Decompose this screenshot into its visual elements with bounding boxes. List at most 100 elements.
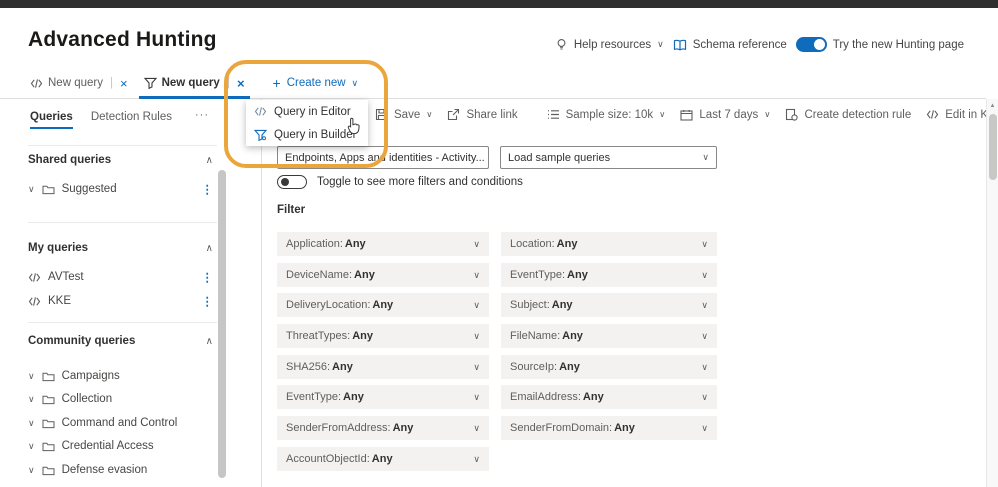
tab-queries[interactable]: Queries (30, 111, 73, 129)
tab-separator: | (110, 77, 113, 89)
try-new-hunting-toggle[interactable] (796, 37, 827, 52)
sidebar-more-icon[interactable]: ··· (195, 109, 209, 121)
sidebar-item-kke[interactable]: KKE ⋮ (28, 294, 213, 308)
more-filters-toggle-label: Toggle to see more filters and condition… (317, 176, 523, 188)
chevron-down-icon: ∨ (657, 39, 664, 50)
scroll-up-arrow-icon[interactable]: ▲ (987, 99, 998, 109)
try-new-hunting-toggle-group: Try the new Hunting page (796, 37, 964, 52)
chevron-down-icon: ∨ (701, 270, 708, 281)
more-filters-toggle-row: Toggle to see more filters and condition… (277, 175, 523, 189)
item-label: KKE (48, 295, 71, 307)
create-new-dropdown-menu: Query in Editor Query in Builder (246, 100, 368, 146)
chevron-down-icon: ∨ (701, 362, 708, 373)
list-icon (547, 109, 560, 120)
chevron-down-icon: ∨ (764, 109, 770, 120)
share-link-button[interactable]: Share link (447, 108, 517, 121)
chevron-down-icon: ∨ (659, 109, 665, 120)
chevron-down-icon: ∨ (28, 394, 35, 405)
item-more-icon[interactable]: ⋮ (202, 270, 214, 284)
create-new-button[interactable]: + Create new ∨ (273, 75, 359, 91)
sample-size-label: Sample size: 10k (566, 109, 654, 121)
filter-sourceip[interactable]: SourceIpAny∨ (501, 355, 717, 379)
filter-senderfromaddress[interactable]: SenderFromAddressAny∨ (277, 416, 489, 440)
filter-emailaddress[interactable]: EmailAddressAny∨ (501, 385, 717, 409)
filter-threattypes[interactable]: ThreatTypesAny∨ (277, 324, 489, 348)
try-new-hunting-label: Try the new Hunting page (833, 39, 964, 51)
plus-icon: + (273, 75, 281, 91)
section-shared-queries[interactable]: Shared queries ∧ (28, 154, 213, 166)
chevron-up-icon: ∧ (206, 243, 213, 254)
menu-item-query-in-builder[interactable]: Query in Builder (246, 123, 368, 146)
more-filters-toggle[interactable] (277, 175, 307, 189)
kql-query-icon (28, 272, 41, 283)
item-label: Defense evasion (62, 464, 148, 476)
help-resources-label: Help resources (574, 39, 651, 51)
kql-code-icon (926, 109, 939, 120)
filter-sha256[interactable]: SHA256Any∨ (277, 355, 489, 379)
chevron-down-icon: ∨ (352, 78, 359, 89)
sidebar-item-command-and-control[interactable]: ∨ Command and Control (28, 417, 213, 429)
filter-eventtype-right[interactable]: EventTypeAny∨ (501, 263, 717, 287)
section-my-queries[interactable]: My queries ∧ (28, 242, 213, 254)
sidebar-item-campaigns[interactable]: ∨ Campaigns (28, 370, 213, 382)
create-detection-rule-button[interactable]: Create detection rule (785, 108, 911, 121)
sidebar-item-defense-evasion[interactable]: ∨ Defense evasion (28, 464, 213, 476)
close-tab-icon[interactable]: × (120, 76, 128, 91)
create-detection-rule-label: Create detection rule (804, 109, 911, 121)
schema-reference-label: Schema reference (693, 39, 787, 51)
filter-senderfromdomain[interactable]: SenderFromDomainAny∨ (501, 416, 717, 440)
item-label: Command and Control (62, 417, 178, 429)
sidebar-scrollbar[interactable] (218, 170, 226, 478)
scrollbar-thumb[interactable] (989, 114, 997, 180)
help-resources-button[interactable]: Help resources ∨ (555, 38, 664, 51)
sidebar-item-collection[interactable]: ∨ Collection (28, 393, 213, 405)
menu-item-label: Query in Builder (274, 129, 356, 141)
sidebar-item-credential-access[interactable]: ∨ Credential Access (28, 440, 213, 452)
section-community-queries[interactable]: Community queries ∧ (28, 335, 213, 347)
item-more-icon[interactable]: ⋮ (202, 182, 214, 196)
queries-sidebar: Queries Detection Rules ··· Shared queri… (0, 99, 262, 487)
main-scrollbar[interactable]: ▲ (986, 99, 998, 487)
data-source-value: Endpoints, Apps and identities - Activit… (285, 152, 485, 164)
menu-item-query-in-editor[interactable]: Query in Editor (246, 100, 368, 123)
load-sample-queries-select[interactable]: Load sample queries ∨ (500, 146, 717, 169)
advanced-hunting-page: Advanced Hunting Help resources ∨ Schema… (0, 0, 998, 487)
time-range-button[interactable]: Last 7 days ∨ (680, 109, 770, 121)
tab-new-query-1[interactable]: New query | × (22, 68, 136, 98)
filter-eventtype-left[interactable]: EventTypeAny∨ (277, 385, 489, 409)
filter-application[interactable]: ApplicationAny∨ (277, 232, 489, 256)
chevron-down-icon: ∨ (701, 239, 708, 250)
tab-detection-rules[interactable]: Detection Rules (91, 111, 172, 129)
item-more-icon[interactable]: ⋮ (202, 294, 214, 308)
page-title: Advanced Hunting (28, 28, 217, 52)
toggle-knob (814, 39, 825, 50)
schema-reference-button[interactable]: Schema reference (673, 39, 787, 51)
close-tab-icon[interactable]: × (237, 76, 245, 91)
save-button[interactable]: Save ∨ (375, 108, 432, 121)
sample-size-button[interactable]: Sample size: 10k ∨ (547, 109, 666, 121)
filter-location[interactable]: LocationAny∨ (501, 232, 717, 256)
item-label: Campaigns (62, 370, 120, 382)
chevron-down-icon: ∨ (701, 300, 708, 311)
filter-filename[interactable]: FileNameAny∨ (501, 324, 717, 348)
query-tab-strip: New query | × New query | × + Create new… (0, 68, 986, 99)
sidebar-item-suggested[interactable]: ∨ Suggested ⋮ (28, 182, 213, 196)
folder-icon (42, 418, 55, 429)
chevron-down-icon: ∨ (28, 184, 35, 195)
filter-devicename[interactable]: DeviceNameAny∨ (277, 263, 489, 287)
chevron-down-icon: ∨ (473, 331, 480, 342)
query-editor-icon (254, 106, 267, 117)
data-source-select[interactable]: Endpoints, Apps and identities - Activit… (277, 146, 489, 169)
chevron-down-icon: ∨ (696, 152, 709, 163)
toggle-knob (281, 178, 289, 186)
filter-subject[interactable]: SubjectAny∨ (501, 293, 717, 317)
query-builder-funnel-icon (254, 129, 267, 141)
tab-new-query-2[interactable]: New query | × (136, 68, 253, 98)
header-actions: Help resources ∨ Schema reference Try th… (555, 37, 964, 52)
chevron-down-icon: ∨ (473, 423, 480, 434)
sidebar-item-avtest[interactable]: AVTest ⋮ (28, 270, 213, 284)
folder-icon (42, 394, 55, 405)
filter-accountobjectid[interactable]: AccountObjectIdAny∨ (277, 447, 489, 471)
filter-deliverylocation[interactable]: DeliveryLocationAny∨ (277, 293, 489, 317)
time-range-label: Last 7 days (699, 109, 758, 121)
